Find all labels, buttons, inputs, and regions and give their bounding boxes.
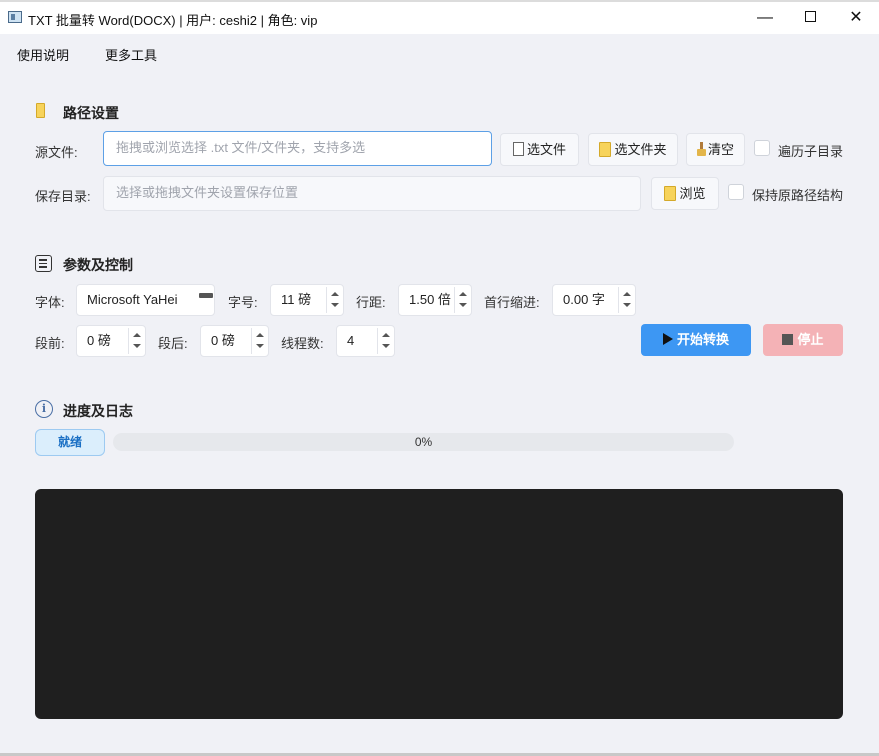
folder-icon [36,103,45,118]
file-icon [512,142,524,157]
font-select[interactable]: Microsoft YaHei [76,284,215,316]
space-after-value: 0 磅 [211,333,235,348]
source-input[interactable]: 拖拽或浏览选择 .txt 文件/文件夹，支持多选 [103,131,492,166]
stop-icon [782,333,794,345]
indent-value: 0.00 字 [563,292,605,307]
font-value: Microsoft YaHei [87,292,178,307]
section-title-params: 参数及控制 [63,257,133,273]
spin-arrows[interactable] [377,328,393,354]
start-label: 开始转换 [676,332,729,347]
spin-arrows[interactable] [454,287,470,313]
select-folder-button[interactable]: 选文件夹 [588,133,678,166]
app-icon [8,11,22,23]
browse-button[interactable]: 浏览 [651,177,719,210]
spin-arrows[interactable] [251,328,267,354]
space-after-label: 段后: [158,336,188,351]
log-output[interactable] [35,489,843,719]
menu-item-help[interactable]: 使用说明 [17,45,69,64]
indent-label: 首行缩进: [484,295,540,310]
list-icon [35,255,52,272]
section-title-progress: 进度及日志 [63,403,133,419]
window-title: TXT 批量转 Word(DOCX) | 用户: ceshi2 | 角色: vi… [28,13,318,28]
dropdown-icon[interactable] [199,293,213,298]
threads-spinbox[interactable]: 4 [336,325,395,357]
status-badge: 就绪 [35,429,105,456]
line-spacing-value: 1.50 倍 [409,292,451,307]
maximize-icon [804,10,816,22]
indent-spinbox[interactable]: 0.00 字 [552,284,636,316]
line-spacing-label: 行距: [356,295,386,310]
font-size-label: 字号: [228,295,258,310]
recursive-checkbox[interactable] [754,140,770,156]
clear-label: 清空 [707,142,734,157]
space-before-label: 段前: [35,336,65,351]
line-spacing-spinbox[interactable]: 1.50 倍 [398,284,472,316]
info-icon: i [35,400,53,418]
brush-icon [696,142,706,157]
spin-arrows[interactable] [326,287,342,313]
space-before-value: 0 磅 [87,333,111,348]
space-after-spinbox[interactable]: 0 磅 [200,325,269,357]
stop-button[interactable]: 停止 [763,324,843,356]
folder-icon [599,141,612,157]
start-button[interactable]: 开始转换 [641,324,751,356]
menu-item-more-tools[interactable]: 更多工具 [105,45,157,64]
threads-label: 线程数: [281,336,324,351]
title-bar: TXT 批量转 Word(DOCX) | 用户: ceshi2 | 角色: vi… [0,0,879,34]
save-dir-input[interactable]: 选择或拖拽文件夹设置保存位置 [103,176,641,211]
select-file-button[interactable]: 选文件 [500,133,579,166]
keep-structure-checkbox[interactable] [728,184,744,200]
menu-bar: 使用说明 更多工具 [0,34,879,70]
stop-label: 停止 [797,332,824,347]
source-label: 源文件: [35,145,78,160]
maximize-button[interactable] [787,2,833,34]
progress-bar: 0% [113,433,734,451]
keep-structure-label[interactable]: 保持原路径结构 [752,185,843,204]
threads-value: 4 [347,333,355,348]
browse-label: 浏览 [679,186,706,201]
minimize-button[interactable]: — [742,2,788,34]
recursive-label[interactable]: 遍历子目录 [778,141,843,160]
folder-icon [664,185,677,201]
select-file-label: 选文件 [526,142,566,157]
close-button[interactable]: ✕ [833,2,879,34]
select-folder-label: 选文件夹 [614,142,667,157]
font-label: 字体: [35,295,65,310]
save-dir-label: 保存目录: [35,189,91,204]
spin-arrows[interactable] [618,287,634,313]
font-size-value: 11 磅 [281,292,312,307]
progress-label: 0% [414,435,433,449]
space-before-spinbox[interactable]: 0 磅 [76,325,146,357]
play-icon [662,333,673,346]
font-size-spinbox[interactable]: 11 磅 [270,284,344,316]
section-title-path: 路径设置 [63,105,119,121]
spin-arrows[interactable] [128,328,144,354]
clear-button[interactable]: 清空 [686,133,745,166]
